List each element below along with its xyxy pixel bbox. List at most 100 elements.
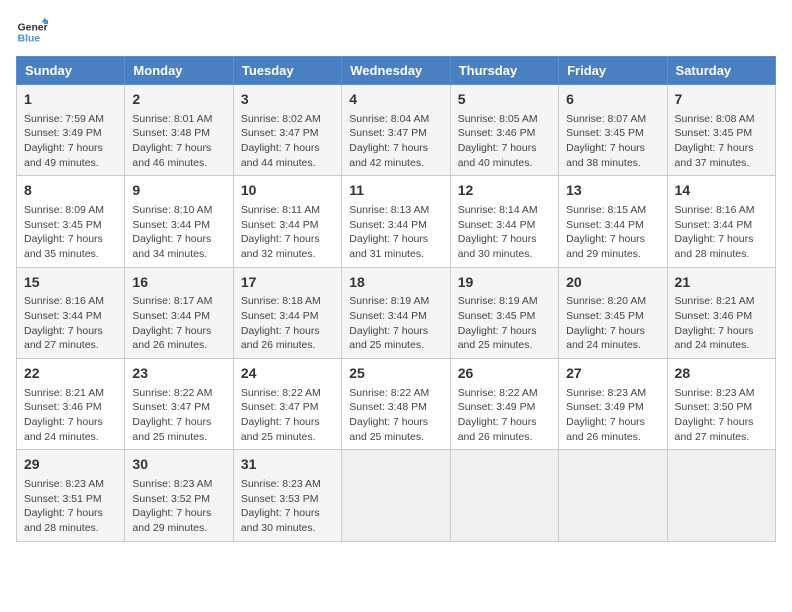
week-row-5: 29Sunrise: 8:23 AMSunset: 3:51 PMDayligh… [17,450,776,541]
day-number: 11 [349,181,442,201]
day-info: Sunrise: 8:22 AMSunset: 3:49 PMDaylight:… [458,386,551,445]
day-cell [559,450,667,541]
logo: General Blue [16,16,48,48]
day-info: Sunrise: 7:59 AMSunset: 3:49 PMDaylight:… [24,112,117,171]
col-header-sunday: Sunday [17,57,125,85]
svg-text:General: General [18,22,48,33]
day-info: Sunrise: 8:08 AMSunset: 3:45 PMDaylight:… [675,112,768,171]
day-cell: 21Sunrise: 8:21 AMSunset: 3:46 PMDayligh… [667,267,775,358]
day-number: 29 [24,455,117,475]
day-number: 16 [132,273,225,293]
day-cell: 25Sunrise: 8:22 AMSunset: 3:48 PMDayligh… [342,359,450,450]
day-number: 4 [349,90,442,110]
day-info: Sunrise: 8:07 AMSunset: 3:45 PMDaylight:… [566,112,659,171]
day-info: Sunrise: 8:22 AMSunset: 3:47 PMDaylight:… [132,386,225,445]
day-info: Sunrise: 8:02 AMSunset: 3:47 PMDaylight:… [241,112,334,171]
day-cell: 1Sunrise: 7:59 AMSunset: 3:49 PMDaylight… [17,85,125,176]
week-row-3: 15Sunrise: 8:16 AMSunset: 3:44 PMDayligh… [17,267,776,358]
day-number: 26 [458,364,551,384]
day-info: Sunrise: 8:21 AMSunset: 3:46 PMDaylight:… [24,386,117,445]
header: General Blue [16,16,776,48]
day-info: Sunrise: 8:01 AMSunset: 3:48 PMDaylight:… [132,112,225,171]
day-info: Sunrise: 8:10 AMSunset: 3:44 PMDaylight:… [132,203,225,262]
day-info: Sunrise: 8:15 AMSunset: 3:44 PMDaylight:… [566,203,659,262]
day-cell [342,450,450,541]
day-info: Sunrise: 8:14 AMSunset: 3:44 PMDaylight:… [458,203,551,262]
week-row-2: 8Sunrise: 8:09 AMSunset: 3:45 PMDaylight… [17,176,776,267]
day-number: 28 [675,364,768,384]
day-info: Sunrise: 8:21 AMSunset: 3:46 PMDaylight:… [675,294,768,353]
day-info: Sunrise: 8:09 AMSunset: 3:45 PMDaylight:… [24,203,117,262]
day-number: 15 [24,273,117,293]
day-cell: 20Sunrise: 8:20 AMSunset: 3:45 PMDayligh… [559,267,667,358]
day-info: Sunrise: 8:20 AMSunset: 3:45 PMDaylight:… [566,294,659,353]
day-cell: 24Sunrise: 8:22 AMSunset: 3:47 PMDayligh… [233,359,341,450]
day-info: Sunrise: 8:13 AMSunset: 3:44 PMDaylight:… [349,203,442,262]
day-number: 25 [349,364,442,384]
day-cell: 2Sunrise: 8:01 AMSunset: 3:48 PMDaylight… [125,85,233,176]
day-info: Sunrise: 8:23 AMSunset: 3:49 PMDaylight:… [566,386,659,445]
day-number: 1 [24,90,117,110]
day-number: 8 [24,181,117,201]
day-cell: 13Sunrise: 8:15 AMSunset: 3:44 PMDayligh… [559,176,667,267]
day-cell: 22Sunrise: 8:21 AMSunset: 3:46 PMDayligh… [17,359,125,450]
day-info: Sunrise: 8:19 AMSunset: 3:44 PMDaylight:… [349,294,442,353]
week-row-4: 22Sunrise: 8:21 AMSunset: 3:46 PMDayligh… [17,359,776,450]
day-number: 18 [349,273,442,293]
day-number: 21 [675,273,768,293]
day-number: 10 [241,181,334,201]
col-header-saturday: Saturday [667,57,775,85]
day-number: 31 [241,455,334,475]
day-info: Sunrise: 8:22 AMSunset: 3:48 PMDaylight:… [349,386,442,445]
day-info: Sunrise: 8:16 AMSunset: 3:44 PMDaylight:… [24,294,117,353]
day-info: Sunrise: 8:11 AMSunset: 3:44 PMDaylight:… [241,203,334,262]
col-header-thursday: Thursday [450,57,558,85]
day-cell: 26Sunrise: 8:22 AMSunset: 3:49 PMDayligh… [450,359,558,450]
day-number: 12 [458,181,551,201]
day-cell: 29Sunrise: 8:23 AMSunset: 3:51 PMDayligh… [17,450,125,541]
calendar-header-row: SundayMondayTuesdayWednesdayThursdayFrid… [17,57,776,85]
day-number: 3 [241,90,334,110]
day-info: Sunrise: 8:05 AMSunset: 3:46 PMDaylight:… [458,112,551,171]
day-number: 23 [132,364,225,384]
day-cell: 28Sunrise: 8:23 AMSunset: 3:50 PMDayligh… [667,359,775,450]
col-header-tuesday: Tuesday [233,57,341,85]
day-number: 13 [566,181,659,201]
day-number: 2 [132,90,225,110]
day-info: Sunrise: 8:04 AMSunset: 3:47 PMDaylight:… [349,112,442,171]
day-number: 14 [675,181,768,201]
day-number: 27 [566,364,659,384]
day-cell: 4Sunrise: 8:04 AMSunset: 3:47 PMDaylight… [342,85,450,176]
day-cell [450,450,558,541]
day-info: Sunrise: 8:23 AMSunset: 3:50 PMDaylight:… [675,386,768,445]
calendar-body: 1Sunrise: 7:59 AMSunset: 3:49 PMDaylight… [17,85,776,542]
day-number: 24 [241,364,334,384]
day-number: 20 [566,273,659,293]
day-info: Sunrise: 8:19 AMSunset: 3:45 PMDaylight:… [458,294,551,353]
day-cell: 7Sunrise: 8:08 AMSunset: 3:45 PMDaylight… [667,85,775,176]
day-number: 30 [132,455,225,475]
day-info: Sunrise: 8:23 AMSunset: 3:51 PMDaylight:… [24,477,117,536]
col-header-wednesday: Wednesday [342,57,450,85]
day-cell [667,450,775,541]
day-cell: 12Sunrise: 8:14 AMSunset: 3:44 PMDayligh… [450,176,558,267]
day-cell: 17Sunrise: 8:18 AMSunset: 3:44 PMDayligh… [233,267,341,358]
day-cell: 11Sunrise: 8:13 AMSunset: 3:44 PMDayligh… [342,176,450,267]
day-info: Sunrise: 8:17 AMSunset: 3:44 PMDaylight:… [132,294,225,353]
day-cell: 19Sunrise: 8:19 AMSunset: 3:45 PMDayligh… [450,267,558,358]
day-info: Sunrise: 8:23 AMSunset: 3:52 PMDaylight:… [132,477,225,536]
day-cell: 8Sunrise: 8:09 AMSunset: 3:45 PMDaylight… [17,176,125,267]
week-row-1: 1Sunrise: 7:59 AMSunset: 3:49 PMDaylight… [17,85,776,176]
col-header-monday: Monday [125,57,233,85]
day-number: 7 [675,90,768,110]
day-cell: 27Sunrise: 8:23 AMSunset: 3:49 PMDayligh… [559,359,667,450]
day-cell: 23Sunrise: 8:22 AMSunset: 3:47 PMDayligh… [125,359,233,450]
day-info: Sunrise: 8:23 AMSunset: 3:53 PMDaylight:… [241,477,334,536]
day-cell: 31Sunrise: 8:23 AMSunset: 3:53 PMDayligh… [233,450,341,541]
day-number: 17 [241,273,334,293]
day-cell: 15Sunrise: 8:16 AMSunset: 3:44 PMDayligh… [17,267,125,358]
svg-text:Blue: Blue [18,34,41,45]
day-number: 22 [24,364,117,384]
day-number: 6 [566,90,659,110]
day-number: 19 [458,273,551,293]
